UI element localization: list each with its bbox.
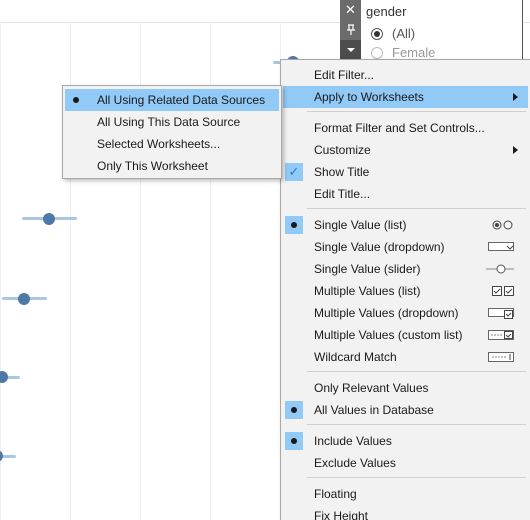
data-point[interactable] bbox=[0, 371, 8, 383]
menu-separator bbox=[307, 371, 526, 372]
filter-option-label: (All) bbox=[392, 26, 416, 41]
menu-separator bbox=[307, 208, 526, 209]
submenu-arrow-icon bbox=[513, 146, 518, 154]
data-point[interactable] bbox=[43, 213, 55, 225]
radio-unselected-icon[interactable] bbox=[371, 46, 383, 59]
submenu-item-related-data-sources[interactable]: All Using Related Data Sources bbox=[65, 89, 279, 111]
menu-item-include-values[interactable]: Include Values bbox=[283, 430, 528, 452]
menu-item-floating[interactable]: Floating bbox=[283, 483, 528, 505]
menu-item-edit-filter[interactable]: Edit Filter... bbox=[283, 64, 528, 86]
menu-item-fix-height[interactable]: Fix Height bbox=[283, 505, 528, 520]
menu-item-multiple-values-dropdown[interactable]: Multiple Values (dropdown) bbox=[283, 302, 528, 324]
menu-item-all-values-in-database[interactable]: All Values in Database bbox=[283, 399, 528, 421]
submenu-item-selected-worksheets[interactable]: Selected Worksheets... bbox=[65, 133, 279, 155]
radio-selected-icon[interactable] bbox=[371, 27, 383, 40]
filter-context-menu: Edit Filter... Apply to Worksheets Forma… bbox=[280, 59, 530, 520]
selected-bullet-icon bbox=[285, 401, 303, 419]
close-icon[interactable]: ✕ bbox=[340, 0, 361, 20]
dropdown-arrow-icon[interactable] bbox=[340, 40, 361, 60]
submenu-item-this-data-source[interactable]: All Using This Data Source bbox=[65, 111, 279, 133]
checkbox-list-icon bbox=[492, 285, 514, 297]
menu-separator bbox=[307, 477, 526, 478]
filter-option-all[interactable]: (All) bbox=[371, 26, 415, 41]
selected-bullet-icon bbox=[67, 91, 85, 109]
filter-toolbar: ✕ bbox=[340, 0, 361, 62]
menu-item-only-relevant-values[interactable]: Only Relevant Values bbox=[283, 377, 528, 399]
menu-item-single-value-slider[interactable]: Single Value (slider) bbox=[283, 258, 528, 280]
menu-item-wildcard-match[interactable]: Wildcard Match bbox=[283, 346, 528, 368]
menu-item-apply-to-worksheets[interactable]: Apply to Worksheets bbox=[283, 86, 528, 108]
selected-bullet-icon bbox=[285, 216, 303, 234]
menu-item-multiple-values-custom-list[interactable]: Multiple Values (custom list) bbox=[283, 324, 528, 346]
menu-item-single-value-dropdown[interactable]: Single Value (dropdown) bbox=[283, 236, 528, 258]
menu-item-single-value-list[interactable]: Single Value (list) bbox=[283, 214, 528, 236]
wildcard-field-icon bbox=[488, 351, 514, 363]
filter-card-gender: ✕ gender (All) Female bbox=[340, 0, 523, 62]
menu-item-multiple-values-list[interactable]: Multiple Values (list) bbox=[283, 280, 528, 302]
checked-icon: ✓ bbox=[285, 163, 303, 181]
menu-item-show-title[interactable]: ✓ Show Title bbox=[283, 161, 528, 183]
menu-item-edit-title[interactable]: Edit Title... bbox=[283, 183, 528, 205]
apply-to-worksheets-submenu: All Using Related Data Sources All Using… bbox=[62, 85, 282, 179]
selected-bullet-icon bbox=[285, 432, 303, 450]
radio-list-icon bbox=[492, 219, 514, 231]
menu-item-format-filter[interactable]: Format Filter and Set Controls... bbox=[283, 117, 528, 139]
checkbox-dropdown-icon bbox=[488, 307, 514, 319]
filter-title: gender bbox=[366, 4, 407, 19]
submenu-arrow-icon bbox=[513, 93, 518, 101]
data-point[interactable] bbox=[0, 450, 3, 462]
custom-list-icon bbox=[488, 329, 514, 341]
pin-icon[interactable] bbox=[340, 20, 361, 40]
menu-separator bbox=[307, 424, 526, 425]
filter-option-female[interactable]: Female bbox=[371, 45, 435, 60]
data-point[interactable] bbox=[18, 293, 30, 305]
gridline bbox=[0, 22, 1, 520]
submenu-item-only-this-worksheet[interactable]: Only This Worksheet bbox=[65, 155, 279, 177]
menu-separator bbox=[307, 111, 526, 112]
dropdown-control-icon bbox=[488, 241, 514, 253]
filter-option-label: Female bbox=[392, 45, 436, 60]
slider-control-icon bbox=[486, 263, 514, 275]
menu-item-customize[interactable]: Customize bbox=[283, 139, 528, 161]
menu-item-exclude-values[interactable]: Exclude Values bbox=[283, 452, 528, 474]
